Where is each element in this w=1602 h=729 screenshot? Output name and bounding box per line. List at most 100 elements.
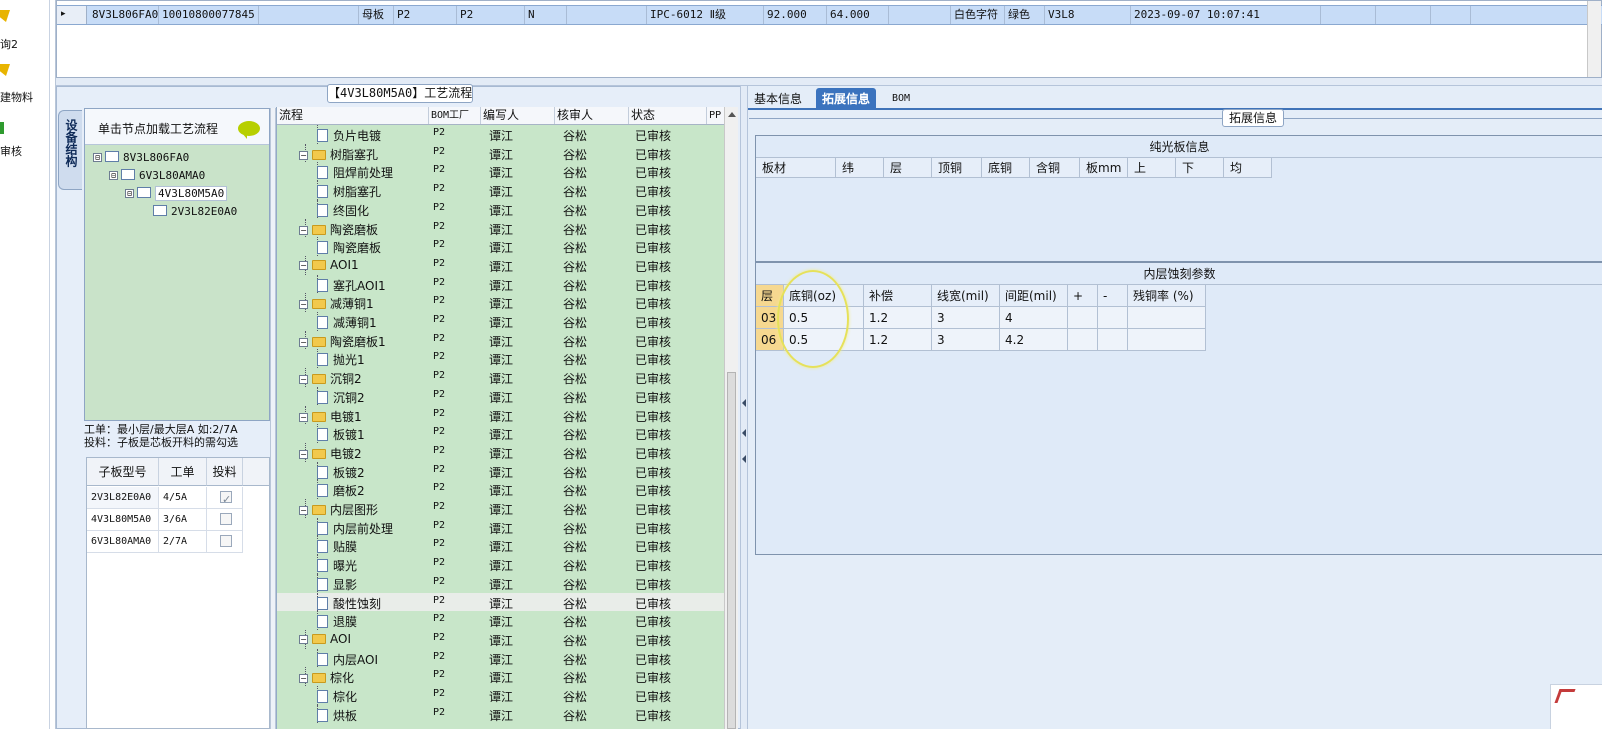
- cell-factory2[interactable]: P2: [457, 6, 525, 24]
- etch-value-cell[interactable]: 4.2: [1000, 329, 1068, 351]
- process-row[interactable]: 贴膜 P2 谭江 谷松 已审核: [277, 536, 725, 556]
- column-header[interactable]: -: [1098, 285, 1128, 307]
- column-header[interactable]: 编写人: [481, 107, 555, 124]
- cell-material-code[interactable]: 10010800077845: [159, 6, 259, 24]
- cell-model[interactable]: 2V3L82E0A0: [87, 487, 159, 509]
- column-header[interactable]: 板材: [756, 158, 836, 178]
- row-header[interactable]: ▸: [57, 6, 87, 24]
- cell-code[interactable]: V3L8: [1045, 6, 1131, 24]
- collapse-icon[interactable]: −: [299, 506, 308, 515]
- tab-extended-info[interactable]: 拓展信息: [816, 88, 877, 110]
- nav-item-query2[interactable]: 询2: [0, 8, 48, 51]
- process-row[interactable]: 酸性蚀刻 P2 谭江 谷松 已审核: [277, 592, 725, 612]
- cell-model[interactable]: 6V3L80AMA0: [87, 531, 159, 553]
- process-row[interactable]: − 陶瓷磨板1 P2 谭江 谷松 已审核: [277, 330, 725, 350]
- process-row[interactable]: 棕化 P2 谭江 谷松 已审核: [277, 686, 725, 705]
- etch-value-cell[interactable]: [1068, 307, 1098, 329]
- process-row[interactable]: 负片电镀 P2 谭江 谷松 已审核: [277, 125, 725, 144]
- column-header[interactable]: 均: [1224, 158, 1272, 178]
- tree-node[interactable]: ⊟ 8V3L806FA0: [93, 150, 189, 166]
- process-row[interactable]: 显影 P2 谭江 谷松 已审核: [277, 573, 725, 593]
- feed-checkbox[interactable]: [220, 489, 232, 511]
- cell-board-no[interactable]: 8V3L806FA0: [89, 6, 159, 24]
- column-header[interactable]: 板mm: [1080, 158, 1128, 178]
- column-header[interactable]: 顶铜: [932, 158, 982, 178]
- collapse-icon[interactable]: ⊟: [125, 189, 134, 198]
- column-header[interactable]: 状态: [629, 107, 707, 124]
- process-row[interactable]: 减薄铜1 P2 谭江 谷松 已审核: [277, 312, 725, 331]
- cell-empty[interactable]: [889, 6, 951, 24]
- collapse-icon[interactable]: −: [299, 225, 308, 235]
- process-row[interactable]: − 减薄铜1 P2 谭江 谷松 已审核: [277, 293, 725, 312]
- process-row[interactable]: 阻焊前处理 P2 谭江 谷松 已审核: [277, 162, 725, 182]
- process-row[interactable]: 板镀1 P2 谭江 谷松 已审核: [277, 424, 725, 443]
- column-header[interactable]: BOM工厂: [429, 107, 481, 124]
- process-row[interactable]: 内层前处理 P2 谭江 谷松 已审核: [277, 517, 725, 537]
- etch-value-cell[interactable]: [1068, 329, 1098, 351]
- cell-length[interactable]: 92.000: [764, 6, 827, 24]
- collapse-icon[interactable]: −: [299, 674, 308, 684]
- tree-node[interactable]: ⊟ 6V3L80AMA0: [109, 168, 205, 184]
- etch-value-cell[interactable]: 4: [1000, 307, 1068, 329]
- column-header[interactable]: 投料: [207, 458, 243, 486]
- process-row[interactable]: 树脂塞孔 P2 谭江 谷松 已审核: [277, 181, 725, 200]
- cell-width[interactable]: 64.000: [827, 6, 889, 24]
- tab-basic-info[interactable]: 基本信息: [748, 88, 808, 110]
- process-row[interactable]: − 内层图形 P2 谭江 谷松 已审核: [277, 499, 725, 518]
- column-header[interactable]: 间距(mil): [1000, 285, 1068, 307]
- column-header[interactable]: 子板型号: [87, 458, 159, 486]
- cell-model[interactable]: 4V3L80M5A0: [87, 509, 159, 531]
- etch-value-cell[interactable]: [1128, 307, 1206, 329]
- column-header[interactable]: 纬: [836, 158, 884, 178]
- feed-checkbox[interactable]: [220, 513, 232, 525]
- horizontal-splitter[interactable]: [56, 78, 1602, 86]
- cell-empty[interactable]: [259, 6, 359, 24]
- process-row[interactable]: 沉铜2 P2 谭江 谷松 已审核: [277, 386, 725, 406]
- cell-empty[interactable]: [1321, 6, 1376, 24]
- scroll-up-icon[interactable]: [728, 112, 736, 117]
- nav-item-review[interactable]: 审核: [0, 120, 48, 162]
- collapse-icon[interactable]: −: [299, 412, 308, 422]
- column-header[interactable]: PP: [707, 107, 725, 124]
- tab-bom[interactable]: BOM: [886, 88, 916, 110]
- corner-widget[interactable]: [1550, 684, 1602, 729]
- process-row[interactable]: 烘板 P2 谭江 谷松 已审核: [277, 704, 725, 724]
- process-row[interactable]: 退膜 P2 谭江 谷松 已审核: [277, 611, 725, 630]
- tab-device-structure[interactable]: 设备结构: [58, 110, 82, 190]
- collapse-left-icon[interactable]: [742, 399, 746, 407]
- column-header[interactable]: 层: [884, 158, 932, 178]
- process-row[interactable]: 抛光1 P2 谭江 谷松 已审核: [277, 349, 725, 369]
- etch-value-cell[interactable]: 3: [932, 329, 1000, 351]
- process-row[interactable]: − 电镀2 P2 谭江 谷松 已审核: [277, 442, 725, 462]
- process-row[interactable]: 曝光 P2 谭江 谷松 已审核: [277, 555, 725, 574]
- etch-value-cell[interactable]: [1098, 329, 1128, 351]
- top-grid-scrollbar[interactable]: [1587, 1, 1601, 77]
- etch-value-cell[interactable]: 3: [932, 307, 1000, 329]
- process-row[interactable]: − AOI1 P2 谭江 谷松 已审核: [277, 255, 725, 275]
- process-row[interactable]: 板镀2 P2 谭江 谷松 已审核: [277, 461, 725, 481]
- column-header[interactable]: 上: [1128, 158, 1176, 178]
- etch-value-cell[interactable]: [1098, 307, 1128, 329]
- cell-factory[interactable]: P2: [394, 6, 457, 24]
- feed-checkbox[interactable]: [220, 535, 232, 547]
- process-row[interactable]: − AOI P2 谭江 谷松 已审核: [277, 629, 725, 649]
- tree-node-selected[interactable]: ⊟ 4V3L80M5A0: [125, 186, 228, 202]
- column-header[interactable]: 补偿: [864, 285, 932, 307]
- collapse-left-icon[interactable]: [742, 429, 746, 437]
- collapse-icon[interactable]: −: [299, 375, 308, 385]
- column-header[interactable]: +: [1068, 285, 1098, 307]
- nav-item-create-material[interactable]: 建物料: [0, 62, 48, 104]
- collapse-icon[interactable]: −: [299, 260, 308, 270]
- process-row[interactable]: − 棕化 P2 谭江 谷松 已审核: [277, 667, 725, 686]
- column-header[interactable]: 线宽(mil): [932, 285, 1000, 307]
- top-grid-selected-row[interactable]: ▸ 8V3L806FA0 10010800077845 母板 P2 P2 N I…: [57, 5, 1602, 25]
- process-row[interactable]: − 树脂塞孔 P2 谭江 谷松 已审核: [277, 143, 725, 163]
- scroll-thumb[interactable]: [727, 372, 736, 729]
- collapse-icon[interactable]: −: [299, 150, 308, 160]
- collapse-icon[interactable]: ⊟: [109, 171, 118, 180]
- process-row[interactable]: − 电镀1 P2 谭江 谷松 已审核: [277, 405, 725, 425]
- cell-empty[interactable]: [1431, 6, 1471, 24]
- process-row[interactable]: 磨板2 P2 谭江 谷松 已审核: [277, 480, 725, 499]
- collapse-icon[interactable]: −: [299, 337, 308, 347]
- etch-value-cell[interactable]: 1.2: [864, 307, 932, 329]
